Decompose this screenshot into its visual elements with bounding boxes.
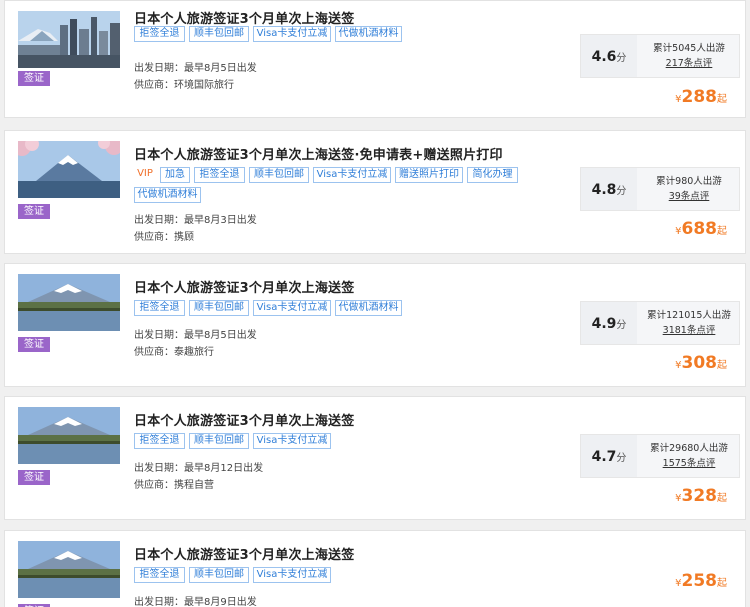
feature-tag: Visa卡支付立减: [253, 26, 331, 42]
feature-tag: 顺丰包回邮: [189, 300, 249, 316]
supplier: 供应商：携程自营: [134, 480, 214, 491]
review-link[interactable]: 39条点评: [638, 189, 740, 204]
traveler-count: 累计121015人出游: [647, 310, 731, 321]
category-badge: 签证: [18, 470, 50, 485]
feature-tag: Visa卡支付立减: [253, 300, 331, 316]
supplier: 供应商：携顾: [134, 232, 194, 243]
listing-title[interactable]: 日本个人旅游签证3个月单次上海送签·免申请表+赠送照片打印: [134, 144, 503, 163]
price: ¥288起: [675, 87, 727, 107]
listing-card[interactable]: 签证日本个人旅游签证3个月单次上海送签拒签全退顺丰包回邮Visa卡支付立减出发日…: [4, 530, 746, 607]
departure-date: 出发日期：最早8月5日出发: [134, 330, 257, 341]
rating-score: 4.8分: [581, 168, 637, 210]
feature-tag: 拒签全退: [134, 433, 185, 449]
rating-score: 4.9分: [581, 302, 637, 344]
feature-tag: 加急: [160, 167, 190, 183]
departure-date: 出发日期：最早8月5日出发: [134, 63, 257, 74]
rating-stats: 累计5045人出游 217条点评: [638, 35, 740, 77]
feature-tag: 顺丰包回邮: [189, 26, 249, 42]
feature-tag: 顺丰包回邮: [249, 167, 309, 183]
feature-tag: 顺丰包回邮: [189, 567, 249, 583]
price: ¥328起: [675, 486, 727, 506]
feature-tag: 顺丰包回邮: [189, 433, 249, 449]
listing-card[interactable]: 签证 日本个人旅游签证3个月单次上海送签 拒签全退 顺丰包回邮 Visa卡支付立减 代做机…: [4, 263, 746, 387]
listing-thumbnail[interactable]: [18, 274, 120, 331]
price: ¥308起: [675, 353, 727, 373]
feature-tag: Visa卡支付立减: [313, 167, 391, 183]
listing-card[interactable]: 签证 日本个人旅游签证3个月单次上海送签·免申请表+赠送照片打印 VIP 加急 拒签全退…: [4, 130, 746, 254]
feature-tag: VIP: [134, 167, 156, 183]
rating-box: 4.9分 累计121015人出游 3181条点评: [580, 301, 740, 345]
feature-tag: 赠送照片打印: [395, 167, 463, 183]
traveler-count: 累计980人出游: [656, 176, 722, 187]
traveler-count: 累计29680人出游: [650, 443, 728, 454]
traveler-count: 累计5045人出游: [653, 43, 725, 54]
feature-tag: 简化办理: [467, 167, 518, 183]
price: ¥258起: [675, 571, 727, 591]
listing-card[interactable]: 签证 日本个人旅游签证3个月单次上海送签拒签全退顺丰包回邮Visa卡支付立减出发日…: [4, 396, 746, 520]
feature-tag: Visa卡支付立减: [253, 433, 331, 449]
rating-box: 4.7分 累计29680人出游 1575条点评: [580, 434, 740, 478]
feature-tag: 代做机酒材料: [134, 187, 201, 203]
departure-date: 出发日期：最早8月12日出发: [134, 463, 264, 474]
rating-box: 4.6分 累计5045人出游 217条点评: [580, 34, 740, 78]
listing-thumbnail[interactable]: [18, 407, 120, 464]
listing-title[interactable]: 日本个人旅游签证3个月单次上海送签: [134, 544, 354, 563]
listing-title[interactable]: 日本个人旅游签证3个月单次上海送签: [134, 8, 354, 27]
category-badge: 签证: [18, 71, 50, 86]
price: ¥688起: [675, 219, 727, 239]
feature-tag: 拒签全退: [194, 167, 245, 183]
review-link[interactable]: 3181条点评: [638, 323, 740, 338]
feature-tag: 拒签全退: [134, 26, 185, 42]
listing-title[interactable]: 日本个人旅游签证3个月单次上海送签: [134, 277, 354, 296]
listing-thumbnail[interactable]: [18, 141, 120, 198]
rating-stats: 累计121015人出游 3181条点评: [638, 302, 740, 344]
feature-tag: Visa卡支付立减: [253, 567, 331, 583]
category-badge: 签证: [18, 204, 50, 219]
supplier: 供应商：环境国际旅行: [134, 80, 234, 91]
listing-title[interactable]: 日本个人旅游签证3个月单次上海送签: [134, 410, 354, 429]
rating-stats: 累计980人出游 39条点评: [638, 168, 740, 210]
feature-tag: 代做机酒材料: [335, 300, 402, 316]
feature-tag: 代做机酒材料: [335, 26, 402, 42]
rating-score: 4.7分: [581, 435, 637, 477]
feature-tag: 拒签全退: [134, 300, 185, 316]
listing-thumbnail[interactable]: [18, 11, 120, 68]
listing-thumbnail[interactable]: [18, 541, 120, 598]
rating-score: 4.6分: [581, 35, 637, 77]
review-link[interactable]: 217条点评: [638, 56, 740, 71]
rating-stats: 累计29680人出游 1575条点评: [638, 435, 740, 477]
feature-tag: 拒签全退: [134, 567, 185, 583]
category-badge: 签证: [18, 337, 50, 352]
departure-date: 出发日期：最早8月3日出发: [134, 215, 257, 226]
rating-box: 4.8分 累计980人出游 39条点评: [580, 167, 740, 211]
supplier: 供应商：泰趣旅行: [134, 347, 214, 358]
listing-card[interactable]: 签证 日本个人旅游签证3个月单次上海送签 拒签全退 顺丰包回邮 Visa卡支付立减 代做机…: [4, 0, 746, 118]
departure-date: 出发日期：最早8月9日出发: [134, 597, 257, 607]
review-link[interactable]: 1575条点评: [638, 456, 740, 471]
